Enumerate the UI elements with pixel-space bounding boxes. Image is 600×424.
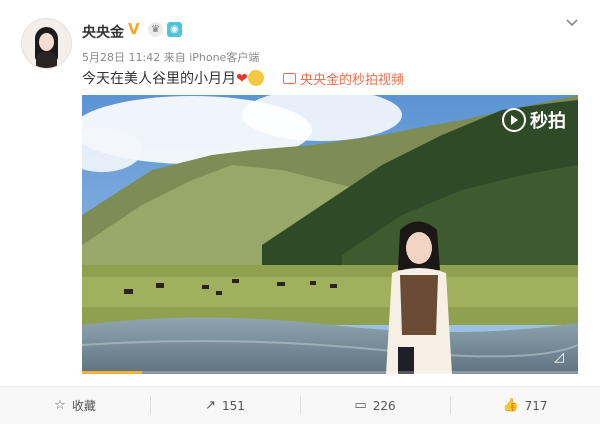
weibo-post-card: 央央金 V ♛ ◉ 5月28日 11:42 来自 iPhone客户端 今天在美人… xyxy=(0,0,600,424)
comment-button[interactable]: ▭ 226 xyxy=(300,387,450,424)
repost-button[interactable]: ↗ 151 xyxy=(150,387,300,424)
post-meta: 5月28日 11:42 来自 iPhone客户端 xyxy=(82,49,259,65)
star-icon: ☆ xyxy=(54,398,66,413)
caption-text: 今天在美人谷里的小月月 xyxy=(82,71,236,87)
post-timestamp[interactable]: 5月28日 11:42 xyxy=(82,51,160,64)
like-count: 717 xyxy=(524,398,548,413)
watermark-label: 秒拍 xyxy=(530,111,566,132)
video-link-label[interactable]: 央央金的秒拍视频 xyxy=(300,73,404,88)
repost-icon: ↗ xyxy=(205,398,216,413)
post-caption: 今天在美人谷里的小月月❤ xyxy=(82,68,264,88)
comment-icon: ▭ xyxy=(354,398,367,413)
video-icon xyxy=(283,73,296,84)
favorite-button[interactable]: ☆ 收藏 xyxy=(0,387,150,424)
emoji-icon xyxy=(247,70,264,86)
verified-badge-icon: V xyxy=(128,20,140,38)
camera-icon[interactable]: ◉ xyxy=(167,22,182,37)
repost-count: 151 xyxy=(222,398,245,413)
avatar[interactable] xyxy=(21,18,72,69)
heart-icon: ❤ xyxy=(236,71,248,87)
username[interactable]: 央央金 xyxy=(82,22,124,42)
like-button[interactable]: 👍 717 xyxy=(450,387,600,424)
video-player[interactable]: 秒拍 ◿ xyxy=(82,95,578,374)
comment-count: 226 xyxy=(372,398,396,413)
member-icon[interactable]: ♛ xyxy=(148,22,163,37)
thumbs-up-icon: 👍 xyxy=(502,398,519,413)
action-bar: ☆ 收藏 ↗ 151 ▭ 226 👍 717 xyxy=(0,386,600,424)
video-link[interactable]: 央央金的秒拍视频 xyxy=(283,69,404,88)
video-progress-bar[interactable] xyxy=(82,371,578,374)
chevron-down-icon[interactable] xyxy=(565,16,579,30)
miaopai-watermark: 秒拍 xyxy=(502,107,566,133)
play-icon xyxy=(502,108,526,132)
favorite-label: 收藏 xyxy=(71,399,96,413)
video-frame-landscape xyxy=(82,95,578,374)
video-progress-fill xyxy=(82,371,142,374)
expand-icon[interactable]: ◿ xyxy=(554,350,570,366)
post-source: 来自 iPhone客户端 xyxy=(163,51,260,64)
